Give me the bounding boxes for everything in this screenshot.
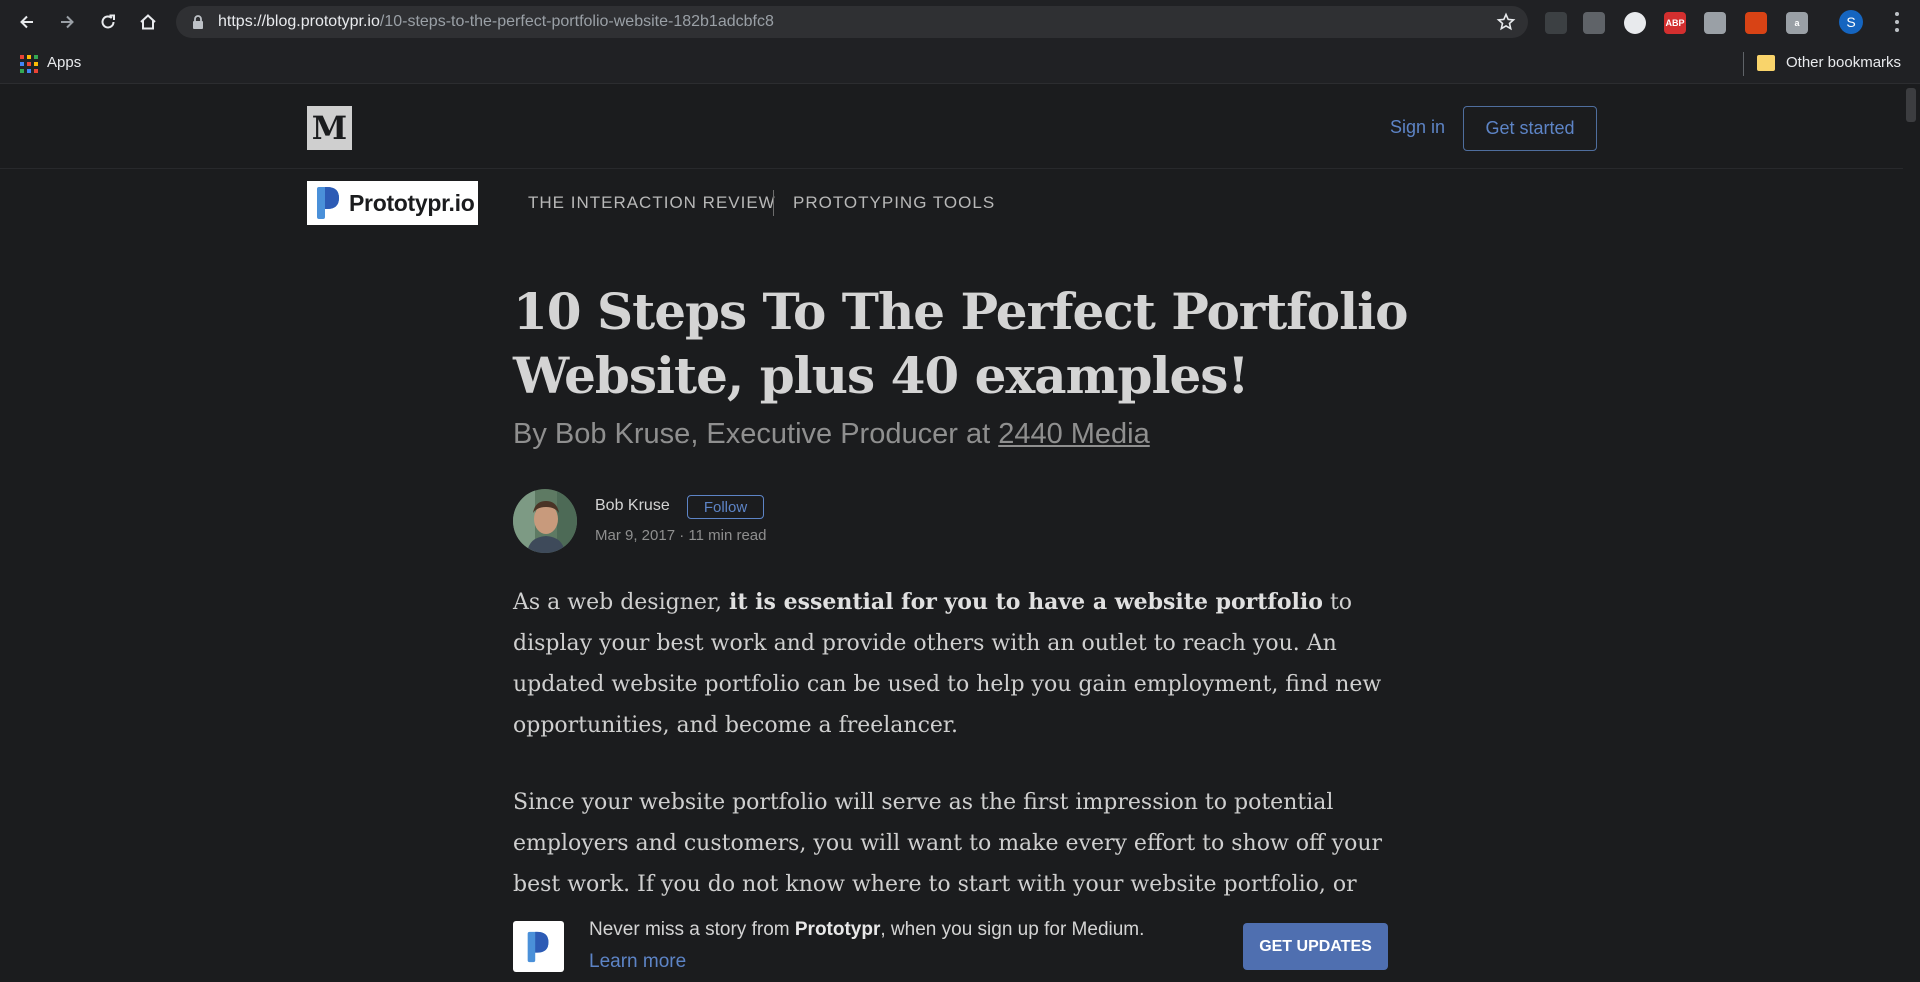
adblock-extension-icon[interactable]: ABP <box>1664 12 1686 34</box>
browser-menu-icon[interactable] <box>1894 12 1900 32</box>
paragraph-1-bold: it is essential for you to have a websit… <box>729 589 1323 615</box>
forward-button[interactable] <box>53 8 81 36</box>
nav-interaction-review[interactable]: THE INTERACTION REVIEW <box>528 193 776 213</box>
folder-icon <box>1757 55 1775 71</box>
author-photo <box>513 489 577 553</box>
forward-arrow-icon <box>61 15 74 29</box>
get-updates-button[interactable]: GET UPDATES <box>1243 923 1388 970</box>
reload-button[interactable] <box>94 8 122 36</box>
article-title: 10 Steps To The Perfect Portfolio Websit… <box>513 282 1408 405</box>
home-icon <box>140 14 156 30</box>
bookmark-star-icon[interactable] <box>1496 12 1516 32</box>
other-bookmarks[interactable]: Other bookmarks <box>1786 54 1901 71</box>
address-bar[interactable]: https://blog.prototypr.io/10-steps-to-th… <box>176 6 1528 38</box>
header-divider <box>0 168 1903 169</box>
article-meta: Mar 9, 2017 · 11 min read <box>595 527 767 544</box>
publication-name: Prototypr.io <box>349 189 475 216</box>
paragraph-1-before: As a web designer, <box>513 590 729 615</box>
article-subtitle: By Bob Kruse, Executive Producer at 2440… <box>513 418 1150 451</box>
reload-icon <box>101 14 115 29</box>
banner-publication-name: Prototypr <box>794 919 881 940</box>
bookmarks-divider <box>1743 52 1744 76</box>
url-host: https://blog.prototypr.io <box>218 13 380 30</box>
sign-in-link[interactable]: Sign in <box>1390 117 1445 138</box>
subtitle-company-link[interactable]: 2440 Media <box>998 418 1150 450</box>
prototypr-logo-icon <box>317 187 339 219</box>
office-extension-icon[interactable] <box>1745 12 1767 34</box>
bag-extension-icon[interactable]: a <box>1786 12 1808 34</box>
publication-nav-divider <box>773 190 774 216</box>
banner-message: Never miss a story from Prototypr, when … <box>589 919 1144 941</box>
back-button[interactable] <box>13 8 41 36</box>
article-paragraph-2: Since your website portfolio will serve … <box>513 790 1382 897</box>
pin-extension-icon[interactable] <box>1704 12 1726 34</box>
author-name[interactable]: Bob Kruse <box>595 497 670 515</box>
url-text[interactable]: https://blog.prototypr.io/10-steps-to-th… <box>218 13 774 31</box>
author-avatar[interactable] <box>513 489 577 553</box>
home-button[interactable] <box>134 8 162 36</box>
publication-logo[interactable]: Prototypr.io <box>307 181 478 225</box>
apps-bookmark[interactable]: Apps <box>47 54 81 71</box>
lock-icon <box>193 15 203 29</box>
url-path: /10-steps-to-the-perfect-portfolio-websi… <box>379 13 774 30</box>
back-arrow-icon <box>20 15 33 29</box>
article-paragraph-1: As a web designer, it is essential for y… <box>513 582 1393 746</box>
robot-extension-icon[interactable] <box>1545 12 1567 34</box>
browser-toolbar: https://blog.prototypr.io/10-steps-to-th… <box>0 0 1920 44</box>
subtitle-text: By Bob Kruse, Executive Producer at <box>513 418 999 450</box>
prototypr-logo-icon <box>527 931 548 962</box>
get-started-button[interactable]: Get started <box>1463 106 1597 151</box>
medium-logo[interactable]: M <box>307 106 352 150</box>
banner-text-before: Never miss a story from <box>589 919 795 940</box>
follow-button[interactable]: Follow <box>687 495 764 519</box>
scrollbar-thumb[interactable] <box>1906 88 1916 122</box>
banner-publication-logo[interactable] <box>513 921 564 972</box>
scrollbar-track[interactable] <box>1903 85 1920 982</box>
bulb-extension-icon[interactable] <box>1583 12 1605 34</box>
bookmarks-bar: Apps Other bookmarks <box>0 44 1920 84</box>
learn-more-link[interactable]: Learn more <box>589 951 686 973</box>
apps-grid-icon[interactable] <box>20 55 38 73</box>
profile-avatar[interactable]: S <box>1839 10 1863 34</box>
nav-prototyping-tools[interactable]: PROTOTYPING TOOLS <box>793 193 995 213</box>
speedometer-extension-icon[interactable] <box>1624 12 1646 34</box>
banner-text-after: , when you sign up for Medium. <box>880 919 1145 940</box>
